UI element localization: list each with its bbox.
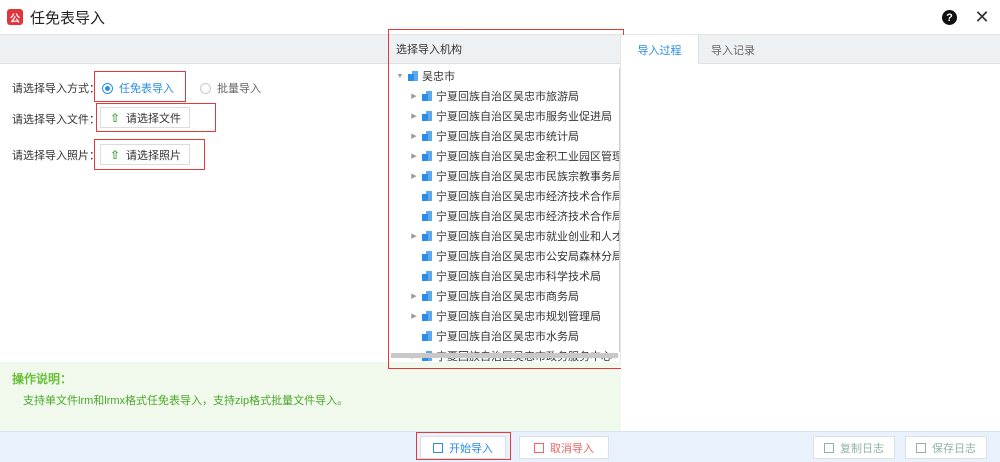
radio-label-batch: 批量导入 — [217, 83, 261, 95]
choose-file-label: 请选择文件 — [126, 112, 181, 125]
import-file-label: 请选择导入文件： — [12, 114, 100, 126]
footer-bar: 开始导入 取消导入 复制日志 保存日志 — [0, 431, 1000, 462]
save-log-label: 保存日志 — [932, 442, 976, 455]
choose-file-button[interactable]: ⇧ 请选择文件 — [100, 107, 190, 128]
copy-log-button[interactable]: 复制日志 — [813, 436, 895, 459]
radio-unchecked-icon[interactable] — [200, 82, 211, 94]
import-mode-label: 请选择导入方式： — [12, 83, 100, 95]
tab-import-process[interactable]: 导入过程 — [621, 35, 699, 64]
help-icon[interactable]: ? — [942, 10, 957, 25]
radio-checked-icon[interactable] — [102, 82, 113, 94]
cancel-import-label: 取消导入 — [550, 442, 594, 455]
edit-icon — [433, 442, 443, 453]
radio-batch-import[interactable]: 批量导入 — [200, 80, 261, 96]
app-logo-icon: 公 — [7, 9, 23, 25]
highlight-box — [388, 29, 624, 369]
instructions-title: 操作说明： — [12, 372, 73, 386]
window-title: 任免表导入 — [30, 9, 106, 27]
upload-icon: ⇧ — [109, 147, 121, 162]
document-icon — [824, 442, 834, 453]
tab-import-records[interactable]: 导入记录 — [699, 35, 767, 64]
import-photo-label: 请选择导入照片： — [12, 150, 100, 162]
instructions-panel: 操作说明： 支持单文件lrm和lrmx格式任免表导入，支持zip格式批量文件导入… — [0, 362, 621, 431]
start-import-label: 开始导入 — [449, 442, 493, 455]
cancel-import-button[interactable]: 取消导入 — [519, 436, 609, 459]
import-log-panel: 导入过程 导入记录 — [621, 35, 1000, 431]
copy-log-label: 复制日志 — [840, 442, 884, 455]
import-mode-row: 请选择导入方式： — [12, 80, 100, 96]
choose-photo-button[interactable]: ⇧ 请选择照片 — [100, 144, 190, 165]
radio-label-single: 任免表导入 — [119, 83, 174, 95]
edit-icon — [534, 442, 544, 453]
close-icon[interactable]: ✕ — [973, 7, 991, 27]
import-photo-row: 请选择导入照片： — [12, 147, 100, 163]
save-log-button[interactable]: 保存日志 — [905, 436, 987, 459]
upload-icon: ⇧ — [109, 110, 121, 125]
document-icon — [916, 442, 926, 453]
import-file-row: 请选择导入文件： — [12, 111, 100, 127]
start-import-button[interactable]: 开始导入 — [420, 436, 506, 459]
choose-photo-label: 请选择照片 — [126, 149, 181, 162]
instructions-text: 支持单文件lrm和lrmx格式任免表导入，支持zip格式批量文件导入。 — [23, 395, 349, 407]
radio-single-import[interactable]: 任免表导入 — [102, 80, 174, 96]
log-tabs: 导入过程 导入记录 — [621, 35, 1000, 64]
left-panel-header — [0, 35, 388, 64]
